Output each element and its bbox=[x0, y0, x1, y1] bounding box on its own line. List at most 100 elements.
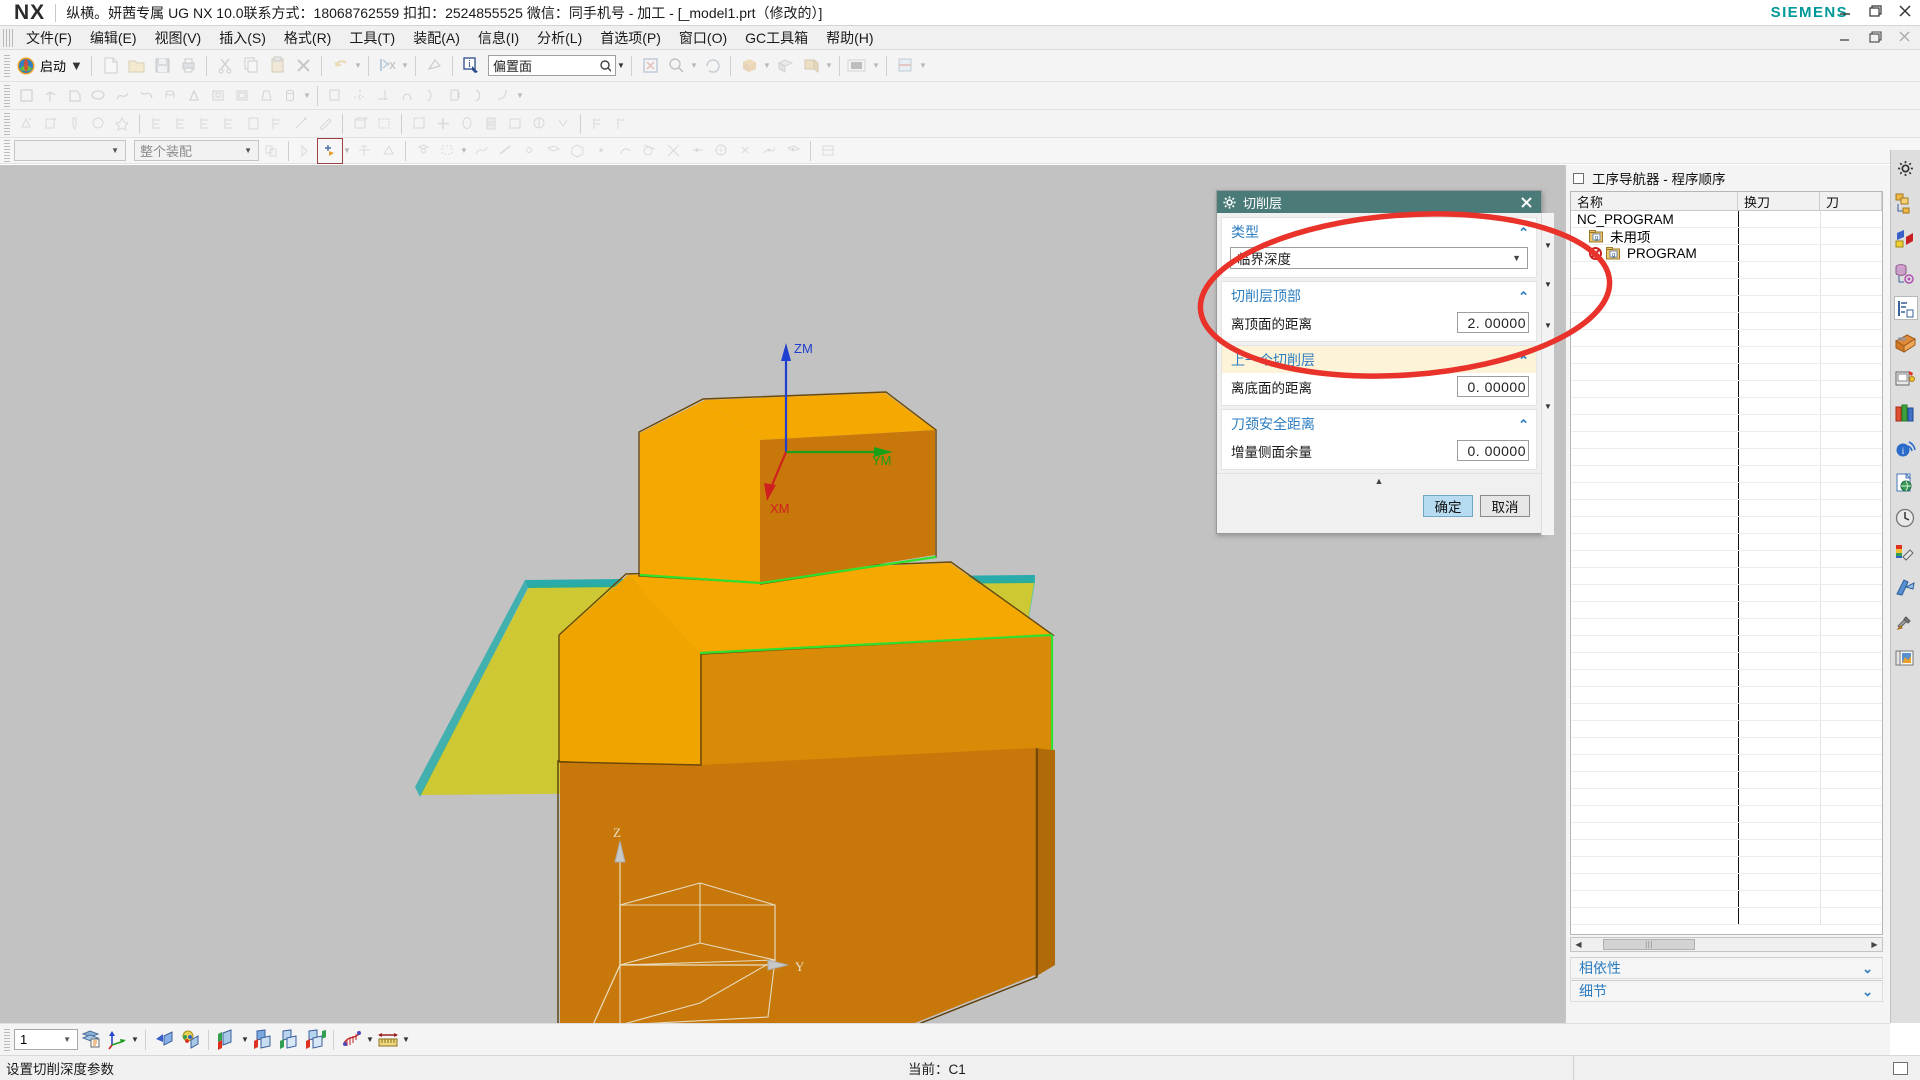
table-row[interactable] bbox=[1571, 432, 1882, 449]
process-studio-icon[interactable] bbox=[1894, 611, 1918, 635]
part-navigator-icon[interactable] bbox=[1894, 261, 1918, 285]
dialog-scrollbar[interactable]: ▼ ▼ ▼ ▼ bbox=[1541, 213, 1554, 535]
rectangle-select-icon[interactable] bbox=[435, 139, 459, 163]
menu-insert[interactable]: 插入(S) bbox=[210, 25, 275, 51]
arc-center-icon[interactable] bbox=[613, 139, 637, 163]
show-hide-icon[interactable] bbox=[250, 1027, 276, 1053]
verify-toolpath-icon[interactable] bbox=[193, 112, 217, 136]
table-row[interactable] bbox=[1571, 449, 1882, 466]
system-visualization-icon[interactable] bbox=[1894, 576, 1918, 600]
create-operation-icon[interactable] bbox=[38, 112, 62, 136]
table-row[interactable]: g PROGRAM bbox=[1571, 245, 1882, 262]
help-on-context-icon[interactable]: i bbox=[1894, 436, 1918, 460]
pin-icon[interactable] bbox=[1573, 172, 1584, 184]
cut-level-icon[interactable] bbox=[479, 112, 503, 136]
point-on-face-icon[interactable] bbox=[781, 139, 805, 163]
column-tool[interactable]: 刀 bbox=[1820, 192, 1882, 210]
navigator-horizontal-scrollbar[interactable]: ◀ ||| ▶ bbox=[1570, 937, 1883, 952]
chevron-down-icon[interactable]: ▼ bbox=[130, 1035, 140, 1044]
column-name[interactable]: 名称 bbox=[1571, 192, 1738, 210]
boss-icon[interactable] bbox=[182, 84, 206, 108]
menu-view[interactable]: 视图(V) bbox=[146, 25, 211, 51]
extrude-icon[interactable] bbox=[62, 84, 86, 108]
curve-analysis-icon[interactable] bbox=[339, 1027, 365, 1053]
delete-icon[interactable] bbox=[290, 53, 316, 79]
doc-restore-icon[interactable] bbox=[1866, 28, 1884, 46]
navigator-grid[interactable]: 名称 换刀 刀 NC_PROGRAM g 未用项 g PROGRAM bbox=[1570, 191, 1883, 935]
render-style-icon[interactable] bbox=[772, 53, 798, 79]
move-object-icon[interactable] bbox=[151, 1027, 177, 1053]
perspective-icon[interactable] bbox=[798, 53, 824, 79]
create-tool-icon[interactable] bbox=[62, 112, 86, 136]
chevron-down-icon[interactable]: ▼ bbox=[459, 146, 469, 155]
pocket-icon[interactable] bbox=[206, 84, 230, 108]
dialog-collapse-toggle[interactable]: ▲ bbox=[1217, 473, 1541, 489]
machine-control-icon[interactable] bbox=[527, 112, 551, 136]
open-file-icon[interactable] bbox=[123, 53, 149, 79]
chevron-up-icon[interactable]: ⌃ bbox=[1518, 290, 1529, 303]
chevron-down-icon[interactable]: ▼ bbox=[59, 1035, 75, 1044]
chevron-down-icon[interactable]: ▼ bbox=[689, 61, 699, 70]
vertex-select-icon[interactable] bbox=[517, 139, 541, 163]
shell-icon[interactable] bbox=[230, 84, 254, 108]
roles-icon[interactable] bbox=[1894, 401, 1918, 425]
chevron-down-icon[interactable]: ▼ bbox=[762, 61, 772, 70]
circle-icon[interactable] bbox=[455, 112, 479, 136]
doc-close-icon[interactable] bbox=[1896, 28, 1914, 46]
paste-icon[interactable] bbox=[264, 53, 290, 79]
gear-icon[interactable] bbox=[1894, 156, 1918, 180]
table-row[interactable] bbox=[1571, 364, 1882, 381]
chevron-down-icon[interactable]: ▼ bbox=[401, 1035, 411, 1044]
chevron-down-icon[interactable]: ▼ bbox=[1506, 253, 1527, 263]
table-row[interactable] bbox=[1571, 551, 1882, 568]
snap-point-active-icon[interactable] bbox=[317, 137, 343, 164]
table-row[interactable] bbox=[1571, 585, 1882, 602]
sketch-icon[interactable] bbox=[14, 84, 38, 108]
shaded-cube-icon[interactable] bbox=[736, 53, 762, 79]
layer-settings-icon[interactable] bbox=[78, 1027, 104, 1053]
table-row[interactable] bbox=[1571, 517, 1882, 534]
menu-grip[interactable] bbox=[3, 28, 13, 47]
assembly-navigator-icon[interactable] bbox=[1894, 191, 1918, 215]
blend-icon[interactable] bbox=[491, 84, 515, 108]
menu-window[interactable]: 窗口(O) bbox=[670, 25, 736, 51]
command-finder-box[interactable] bbox=[488, 55, 617, 76]
rotate-icon[interactable] bbox=[699, 53, 725, 79]
table-row[interactable] bbox=[1571, 670, 1882, 687]
edit-feature-icon[interactable] bbox=[323, 84, 347, 108]
hd3d-tools-icon[interactable] bbox=[1894, 646, 1918, 670]
table-row[interactable] bbox=[1571, 891, 1882, 908]
table-row[interactable] bbox=[1571, 874, 1882, 891]
containment-icon[interactable] bbox=[503, 112, 527, 136]
shaded-icon[interactable] bbox=[276, 1027, 302, 1053]
shop-doc-icon[interactable] bbox=[265, 112, 289, 136]
start-menu-button[interactable]: 启动 ▼ bbox=[14, 53, 86, 79]
wcs-dynamics-icon[interactable] bbox=[104, 1027, 130, 1053]
menu-file[interactable]: 文件(F) bbox=[17, 25, 81, 51]
scroll-marker-3[interactable]: ▼ bbox=[1542, 321, 1554, 330]
edge-select-icon[interactable] bbox=[493, 139, 517, 163]
chevron-down-icon[interactable]: ▼ bbox=[240, 146, 256, 155]
chevron-right-icon[interactable]: ▶ bbox=[1867, 940, 1882, 949]
cancel-button[interactable]: 取消 bbox=[1480, 495, 1530, 517]
scroll-marker-1[interactable]: ▼ bbox=[1542, 241, 1554, 250]
cut-icon[interactable] bbox=[212, 53, 238, 79]
scrollbar-thumb[interactable]: ||| bbox=[1603, 939, 1695, 950]
midpoint-icon[interactable] bbox=[685, 139, 709, 163]
table-row[interactable] bbox=[1571, 398, 1882, 415]
table-row[interactable] bbox=[1571, 347, 1882, 364]
table-row[interactable] bbox=[1571, 262, 1882, 279]
tube-icon[interactable] bbox=[134, 84, 158, 108]
display-options-icon[interactable] bbox=[551, 112, 575, 136]
selection-filter-combo[interactable]: ▼ bbox=[14, 140, 126, 161]
menu-edit[interactable]: 编辑(E) bbox=[81, 25, 146, 51]
table-row[interactable] bbox=[1571, 704, 1882, 721]
chevron-left-icon[interactable]: ◀ bbox=[1571, 940, 1586, 949]
face-select-icon[interactable] bbox=[411, 139, 435, 163]
chevron-down-icon[interactable]: ⌄ bbox=[1862, 985, 1873, 998]
patch-icon[interactable] bbox=[467, 84, 491, 108]
chevron-up-icon[interactable]: ⌃ bbox=[1518, 226, 1529, 239]
print-icon[interactable] bbox=[175, 53, 201, 79]
distance-from-bottom-input[interactable]: 0. 00000 bbox=[1457, 376, 1529, 397]
table-row[interactable] bbox=[1571, 483, 1882, 500]
